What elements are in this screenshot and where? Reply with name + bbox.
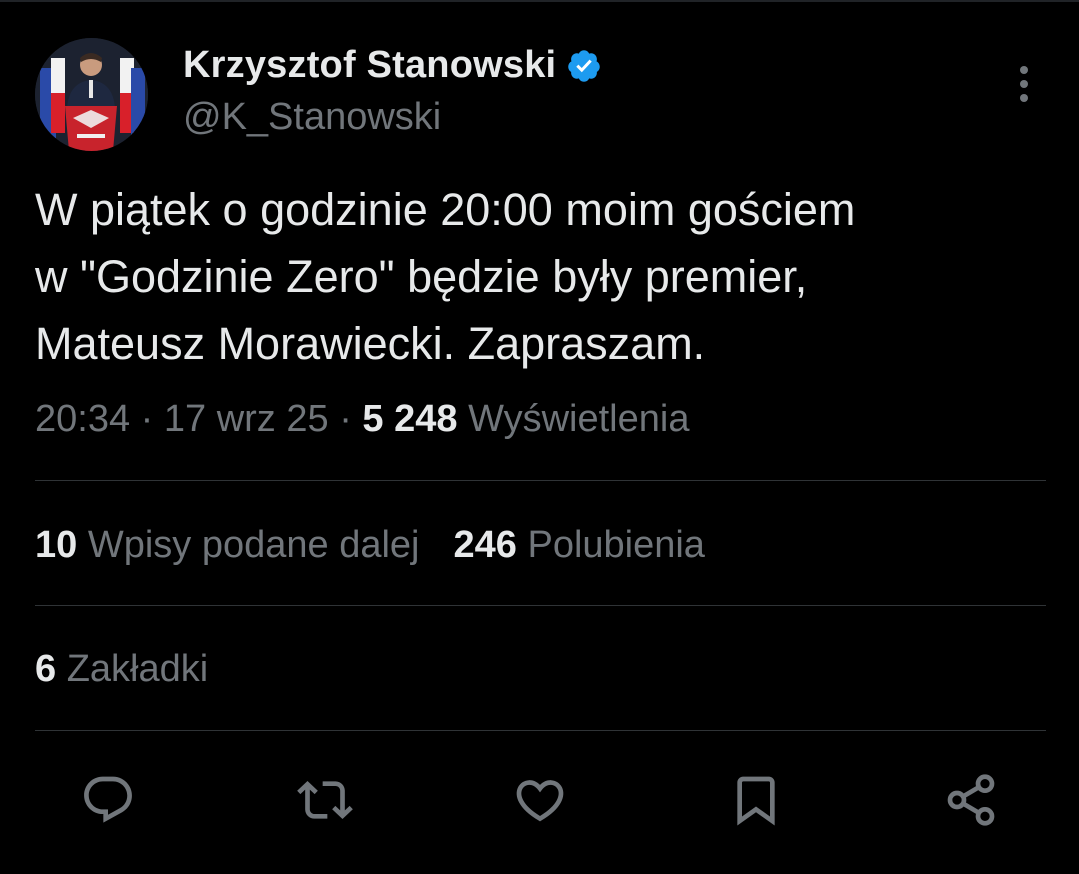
- views-label: Wyświetlenia: [468, 398, 690, 440]
- share-button[interactable]: [931, 760, 1011, 840]
- divider: [35, 730, 1046, 731]
- engagement-stats: 10 Wpisy podane dalej 246 Polubienia: [35, 524, 705, 567]
- reply-icon: [84, 776, 132, 823]
- bookmark-icon: [737, 776, 775, 826]
- views-count: 5 248: [362, 398, 458, 440]
- author-handle[interactable]: @K_Stanowski: [183, 96, 441, 139]
- reply-button[interactable]: [68, 760, 148, 840]
- bookmarks-count: 6: [35, 648, 57, 690]
- avatar[interactable]: [35, 38, 148, 151]
- tweet-text: W piątek o godzinie 20:00 moim gościem w…: [35, 184, 856, 369]
- divider: [35, 605, 1046, 606]
- more-options-button[interactable]: [1008, 62, 1040, 106]
- top-border: [0, 0, 1079, 2]
- avatar-image: [35, 38, 148, 151]
- likes-count: 246: [453, 524, 517, 566]
- repost-icon: [297, 781, 353, 819]
- author-name[interactable]: Krzysztof Stanowski: [183, 44, 556, 87]
- repost-button[interactable]: [285, 760, 365, 840]
- reposts-label: Wpisy podane dalej: [87, 524, 420, 566]
- tweet-time[interactable]: 20:34: [35, 398, 130, 440]
- like-button[interactable]: [500, 760, 580, 840]
- meta-separator: ·: [339, 398, 352, 440]
- bookmarks-stat[interactable]: 6 Zakładki: [35, 648, 208, 691]
- bookmark-button[interactable]: [716, 760, 796, 840]
- tweet-date[interactable]: 17 wrz 25: [164, 398, 329, 440]
- reposts-count: 10: [35, 524, 78, 566]
- likes-label: Polubienia: [527, 524, 705, 566]
- tweet-meta: 20:34 · 17 wrz 25 · 5 248 Wyświetlenia: [35, 398, 689, 441]
- heart-icon: [516, 780, 564, 822]
- bookmarks-label: Zakładki: [66, 648, 209, 690]
- reposts-stat[interactable]: 10 Wpisy podane dalej: [35, 524, 420, 566]
- verified-badge-icon[interactable]: [566, 48, 602, 84]
- more-vertical-icon: [1020, 66, 1028, 102]
- author-name-row[interactable]: Krzysztof Stanowski: [183, 44, 602, 87]
- divider: [35, 480, 1046, 481]
- share-icon: [947, 774, 995, 826]
- action-bar: [0, 760, 1079, 840]
- likes-stat[interactable]: 246 Polubienia: [454, 524, 705, 566]
- meta-separator: ·: [140, 398, 154, 440]
